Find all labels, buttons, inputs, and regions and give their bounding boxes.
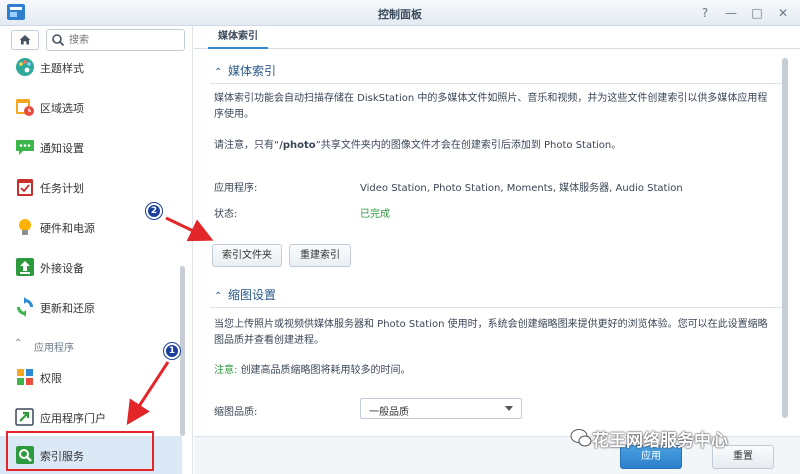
- search-input[interactable]: [69, 32, 179, 48]
- section-media-index-header[interactable]: ⌃ 媒体索引: [214, 62, 276, 79]
- chevron-up-icon: ⌃: [214, 291, 223, 302]
- lightbulb-icon: [19, 219, 31, 235]
- note-path: /photo: [279, 140, 316, 151]
- sidebar-item-label: 外接设备: [40, 262, 84, 275]
- note-suffix: ”共享文件夹内的图像文件才会在创建索引后添加到 Photo Station。: [315, 140, 622, 151]
- calendar-clock-icon: [16, 99, 34, 116]
- note-label: 注意:: [214, 365, 238, 376]
- sidebar-item-label: 权限: [40, 372, 62, 385]
- sidebar-item-label: 索引服务: [40, 450, 84, 463]
- thumbnail-note: 注意: 创建高品质缩略图将耗用较多的时间。: [214, 363, 774, 379]
- search-icon: [52, 34, 65, 47]
- sidebar-item-label: 通知设置: [40, 142, 84, 155]
- status-label: 状态:: [214, 209, 238, 220]
- sidebar-item-indexing-service[interactable]: 索引服务: [0, 436, 182, 474]
- note-text: 创建高品质缩略图将耗用较多的时间。: [240, 365, 411, 376]
- thumbnail-description: 当您上传照片或视频供媒体服务器和 Photo Station 使用时，系统会创建…: [214, 319, 768, 346]
- quality-label: 缩图品质:: [214, 407, 258, 418]
- apply-button[interactable]: 应用: [620, 445, 682, 469]
- sidebar-section-apps[interactable]: ⌃ 应用程序: [0, 334, 182, 356]
- section-title: 缩图设置: [228, 288, 277, 302]
- sidebar-scrollbar[interactable]: [180, 266, 185, 436]
- tab-bar: 媒体索引: [194, 26, 800, 49]
- home-button[interactable]: [11, 30, 39, 50]
- sidebar-item-hardware-power[interactable]: 硬件和电源: [0, 208, 182, 246]
- sidebar-item-label: 应用程序门户: [40, 412, 106, 425]
- sidebar-item-task-scheduler[interactable]: 任务计划: [0, 168, 182, 206]
- maximize-icon[interactable]: □: [749, 5, 765, 21]
- section-thumbnail-header[interactable]: ⌃ 缩图设置: [214, 286, 276, 303]
- help-icon[interactable]: ?: [697, 5, 713, 21]
- index-search-icon: [16, 446, 34, 464]
- window-title: 控制面板: [378, 8, 422, 21]
- refresh-icon: [17, 297, 33, 317]
- minimize-icon[interactable]: —: [723, 5, 739, 21]
- divider: [210, 307, 784, 308]
- reindex-button[interactable]: 重建索引: [289, 244, 351, 267]
- sidebar: 主题样式 区域选项 通知设置 任务计划 硬件和电源: [0, 26, 193, 474]
- permissions-grid-icon: [17, 369, 33, 385]
- quality-selected-value: 一般品质: [369, 407, 409, 418]
- sidebar-item-app-portal[interactable]: 应用程序门户: [0, 398, 182, 436]
- sidebar-item-label: 硬件和电源: [40, 222, 95, 235]
- chevron-up-icon: ⌃: [214, 67, 223, 78]
- window-titlebar: 控制面板 ? — □ ✕: [0, 0, 800, 26]
- sidebar-item-external-devices[interactable]: 外接设备: [0, 248, 182, 286]
- index-folder-button[interactable]: 索引文件夹: [212, 244, 282, 267]
- palette-icon: [16, 58, 34, 76]
- sidebar-item-label: 任务计划: [40, 182, 84, 195]
- main-scrollbar[interactable]: [782, 58, 788, 418]
- sidebar-item-label: 主题样式: [40, 62, 84, 75]
- chevron-up-icon: ⌃: [14, 338, 23, 349]
- sidebar-item-label: 区域选项: [40, 102, 84, 115]
- footer: 应用 重置: [194, 436, 800, 474]
- note-prefix: 请注意，只有“: [214, 140, 280, 151]
- chat-bubble-icon: [16, 140, 34, 155]
- status-value: 已完成: [360, 209, 390, 220]
- media-index-note: 请注意，只有“/photo”共享文件夹内的图像文件才会在创建索引后添加到 Pho…: [214, 138, 774, 154]
- divider: [210, 83, 784, 84]
- sidebar-item-privileges[interactable]: 权限: [0, 358, 182, 396]
- checklist-icon: [17, 179, 33, 196]
- upload-icon: [16, 258, 34, 276]
- sidebar-item-theme[interactable]: 主题样式: [0, 48, 182, 86]
- sidebar-item-label: 更新和还原: [40, 302, 95, 315]
- media-index-description: 媒体索引功能会自动扫描存储在 DiskStation 中的多媒体文件如照片、音乐…: [214, 93, 768, 120]
- home-icon: [19, 35, 31, 45]
- close-icon[interactable]: ✕: [775, 5, 791, 21]
- apps-value: Video Station, Photo Station, Moments, 媒…: [360, 183, 683, 194]
- sidebar-item-notification[interactable]: 通知设置: [0, 128, 182, 166]
- section-title: 媒体索引: [228, 64, 277, 78]
- tab-media-index[interactable]: 媒体索引: [208, 29, 268, 49]
- main-panel: 媒体索引 ⌃ 媒体索引 媒体索引功能会自动扫描存储在 DiskStation 中的…: [194, 26, 800, 474]
- reset-button[interactable]: 重置: [712, 445, 774, 469]
- sidebar-item-region[interactable]: 区域选项: [0, 88, 182, 126]
- quality-select[interactable]: 一般品质: [360, 398, 522, 419]
- sidebar-section-label: 应用程序: [34, 343, 74, 354]
- sidebar-item-update-restore[interactable]: 更新和还原: [0, 288, 182, 326]
- portal-arrow-icon: [15, 408, 34, 426]
- apps-label: 应用程序:: [214, 183, 258, 194]
- chevron-down-icon: [505, 406, 513, 411]
